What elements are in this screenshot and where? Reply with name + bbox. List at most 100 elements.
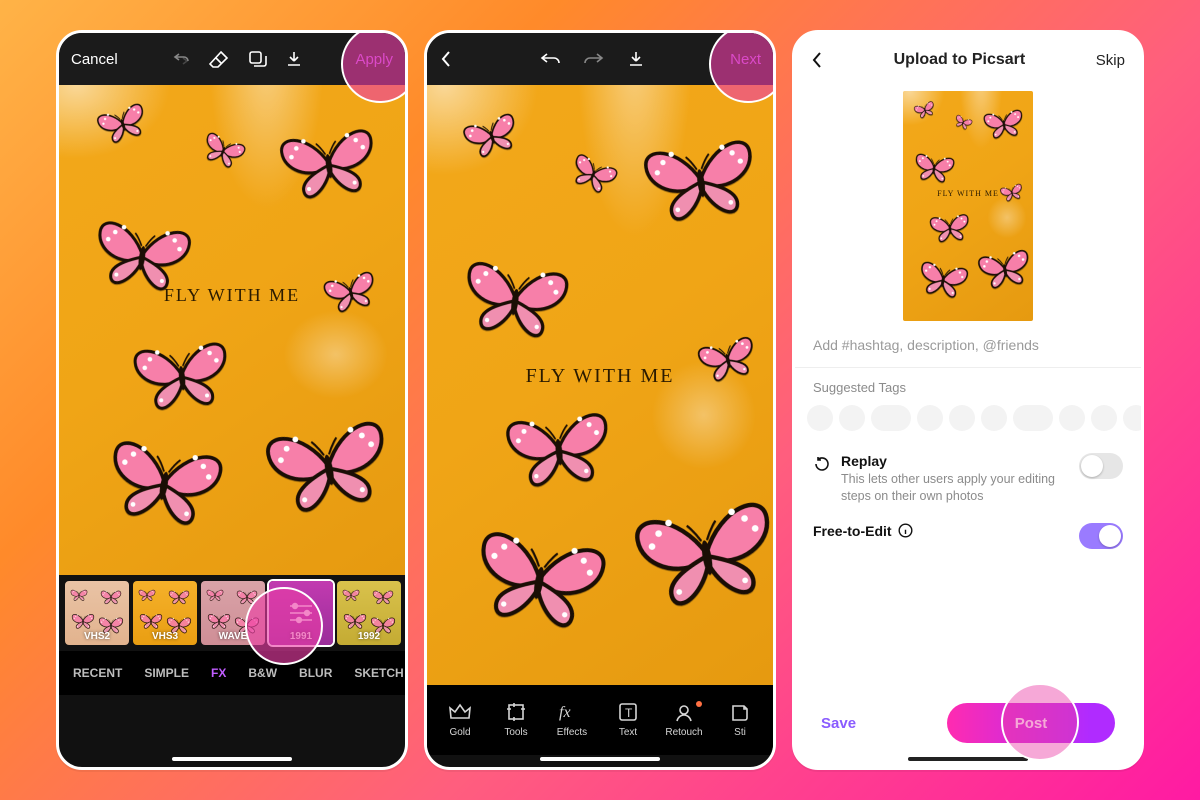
butterfly-icon bbox=[912, 254, 975, 306]
tool-label: Text bbox=[619, 727, 637, 738]
upload-screen: Upload to Picsart Skip FLY WITH ME Add #… bbox=[792, 30, 1144, 770]
category-fx[interactable]: FX bbox=[211, 666, 226, 680]
save-button[interactable]: Save bbox=[821, 715, 856, 732]
category-b&w[interactable]: B&W bbox=[248, 666, 277, 680]
butterfly-icon bbox=[979, 104, 1029, 146]
tag-chip[interactable] bbox=[981, 405, 1007, 431]
skip-button[interactable]: Skip bbox=[1096, 52, 1125, 69]
download-icon[interactable] bbox=[627, 50, 645, 68]
free-to-edit-row: Free-to-Edit bbox=[795, 515, 1141, 559]
undo-icon[interactable] bbox=[539, 51, 561, 67]
suggested-tags-label: Suggested Tags bbox=[795, 376, 1141, 401]
filter-label: VHS2 bbox=[84, 631, 110, 642]
butterfly-icon bbox=[971, 242, 1033, 298]
category-simple[interactable]: SIMPLE bbox=[144, 666, 189, 680]
tag-chip[interactable] bbox=[917, 405, 943, 431]
home-indicator bbox=[540, 757, 660, 761]
upload-top-bar: Upload to Picsart Skip bbox=[795, 33, 1141, 87]
svg-text:T: T bbox=[625, 706, 633, 720]
download-icon[interactable] bbox=[285, 50, 303, 68]
back-icon[interactable] bbox=[439, 49, 453, 69]
category-sketch[interactable]: SKETCH bbox=[354, 666, 403, 680]
replay-title: Replay bbox=[841, 453, 1069, 469]
tool-gold[interactable]: Gold bbox=[433, 702, 487, 738]
layers-icon[interactable] bbox=[247, 50, 267, 68]
filter-thumb-1991[interactable]: 1991 bbox=[269, 581, 333, 645]
butterfly-icon bbox=[631, 125, 772, 241]
tool-label: Effects bbox=[557, 727, 587, 738]
butterfly-icon bbox=[909, 148, 959, 190]
butterfly-icon bbox=[251, 404, 405, 535]
editor-toolbar: Gold Tools fx Effects T Text Retouch Sti bbox=[427, 685, 773, 755]
replay-row: Replay This lets other users apply your … bbox=[795, 445, 1141, 515]
upload-preview[interactable]: FLY WITH ME bbox=[903, 91, 1033, 321]
notification-dot bbox=[696, 701, 702, 707]
filter-label: WAVE bbox=[219, 631, 248, 642]
butterfly-icon bbox=[316, 263, 385, 322]
tool-text[interactable]: T Text bbox=[601, 702, 655, 738]
home-indicator bbox=[172, 757, 292, 761]
butterfly-icon bbox=[91, 424, 236, 546]
category-blur[interactable]: BLUR bbox=[299, 666, 332, 680]
info-icon[interactable] bbox=[898, 523, 913, 538]
filter-label: 1992 bbox=[358, 631, 380, 642]
eraser-icon[interactable] bbox=[209, 50, 229, 68]
replay-toggle[interactable] bbox=[1079, 453, 1123, 479]
tag-chip[interactable] bbox=[1123, 405, 1144, 431]
tag-chip[interactable] bbox=[871, 405, 911, 431]
tag-chip[interactable] bbox=[839, 405, 865, 431]
apply-button[interactable]: Apply bbox=[355, 51, 393, 68]
filter-thumb-1992[interactable]: 1992 bbox=[337, 581, 401, 645]
tool-tools[interactable]: Tools bbox=[489, 702, 543, 738]
tag-chip[interactable] bbox=[949, 405, 975, 431]
butterfly-icon bbox=[951, 112, 975, 134]
editor-effects-screen: Cancel Apply FLY WITH ME VHS2 VHS3 WAVE 199… bbox=[56, 30, 408, 770]
filter-thumb-wave[interactable]: WAVE bbox=[201, 581, 265, 645]
tag-chip[interactable] bbox=[1091, 405, 1117, 431]
post-button[interactable]: Post bbox=[947, 703, 1115, 743]
butterfly-icon bbox=[455, 105, 529, 170]
replay-description: This lets other users apply your editing… bbox=[841, 471, 1069, 505]
replay-icon bbox=[813, 455, 831, 473]
editor-canvas[interactable]: FLY WITH ME bbox=[59, 85, 405, 575]
svg-text:fx: fx bbox=[559, 704, 571, 721]
free-to-edit-toggle[interactable] bbox=[1079, 523, 1123, 549]
artwork-caption: FLY WITH ME bbox=[526, 365, 675, 388]
artwork-caption: FLY WITH ME bbox=[937, 189, 999, 198]
butterfly-icon bbox=[494, 399, 623, 504]
tool-effects[interactable]: fx Effects bbox=[545, 702, 599, 738]
filter-thumb-vhs2[interactable]: VHS2 bbox=[65, 581, 129, 645]
filter-categories: RECENTSIMPLEFXB&WBLURSKETCHCO bbox=[59, 651, 405, 695]
free-to-edit-title: Free-to-Edit bbox=[813, 523, 892, 539]
suggested-tags bbox=[795, 401, 1141, 445]
filter-thumb-vhs3[interactable]: VHS3 bbox=[133, 581, 197, 645]
hashtag-input[interactable]: Add #hashtag, description, @friends bbox=[795, 331, 1141, 368]
home-indicator bbox=[908, 757, 1028, 761]
butterfly-icon bbox=[456, 513, 622, 651]
category-recent[interactable]: RECENT bbox=[73, 666, 122, 680]
filter-label: 1991 bbox=[290, 631, 312, 642]
butterfly-icon bbox=[269, 116, 390, 215]
tag-chip[interactable] bbox=[1013, 405, 1053, 431]
tool-label: Tools bbox=[504, 727, 527, 738]
editor-canvas[interactable]: FLY WITH ME bbox=[427, 85, 773, 685]
editor-top-bar: Cancel Apply bbox=[59, 33, 405, 85]
tag-chip[interactable] bbox=[1059, 405, 1085, 431]
butterfly-icon bbox=[194, 125, 252, 177]
undo-redo-icon[interactable] bbox=[171, 51, 191, 67]
butterfly-icon bbox=[123, 329, 241, 425]
redo-icon[interactable] bbox=[583, 51, 605, 67]
butterfly-icon bbox=[690, 328, 766, 393]
next-button[interactable]: Next bbox=[730, 51, 761, 68]
butterfly-icon bbox=[90, 95, 157, 153]
tool-retouch[interactable]: Retouch bbox=[657, 702, 711, 738]
back-icon[interactable] bbox=[811, 51, 823, 69]
tool-label: Sti bbox=[734, 727, 746, 738]
cancel-button[interactable]: Cancel bbox=[71, 51, 118, 68]
editor-top-bar: Next bbox=[427, 33, 773, 85]
butterfly-icon bbox=[617, 482, 773, 632]
artwork-caption: FLY WITH ME bbox=[164, 285, 300, 306]
tag-chip[interactable] bbox=[807, 405, 833, 431]
tool-label: Gold bbox=[449, 727, 470, 738]
tool-sticker[interactable]: Sti bbox=[713, 702, 767, 738]
